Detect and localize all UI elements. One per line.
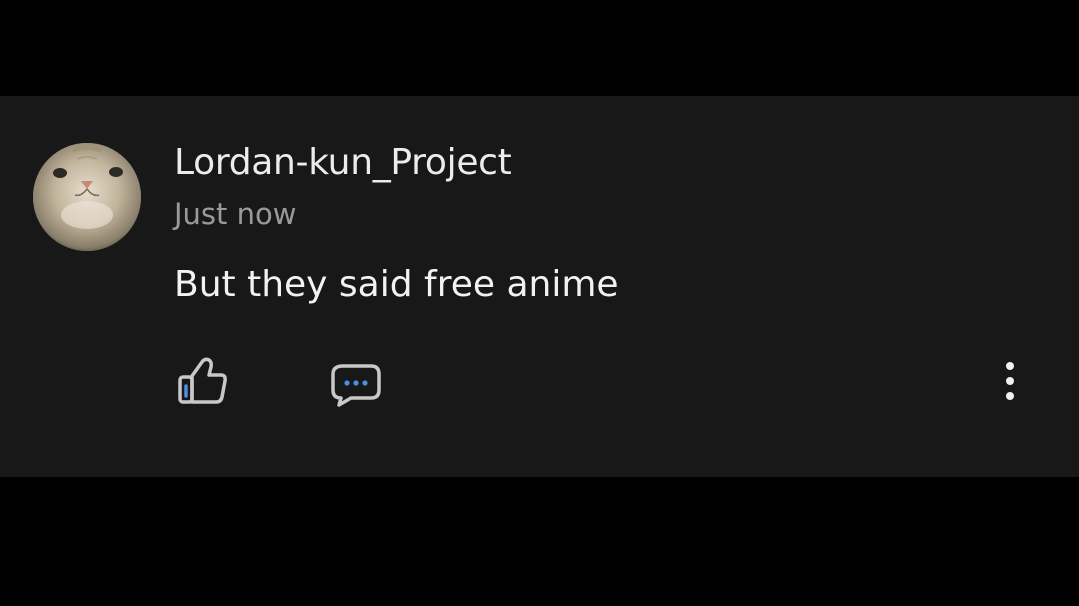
comment-timestamp: Just now [174,197,297,231]
avatar[interactable] [33,143,141,251]
cat-face-avatar-image [33,143,141,251]
comment-card: Lordan-kun_Project Just now But they sai… [0,96,1079,477]
vertical-ellipsis-icon [1006,362,1014,400]
more-options-button[interactable] [990,358,1030,406]
letterbox-top [0,0,1079,96]
comment-username[interactable]: Lordan-kun_Project [174,142,512,183]
comment-text: But they said free anime [174,264,619,305]
thumbs-up-icon [178,357,227,404]
chat-bubble-icon [331,364,381,407]
letterbox-bottom [0,477,1079,606]
like-button[interactable] [172,354,236,414]
reply-button[interactable] [325,358,389,414]
